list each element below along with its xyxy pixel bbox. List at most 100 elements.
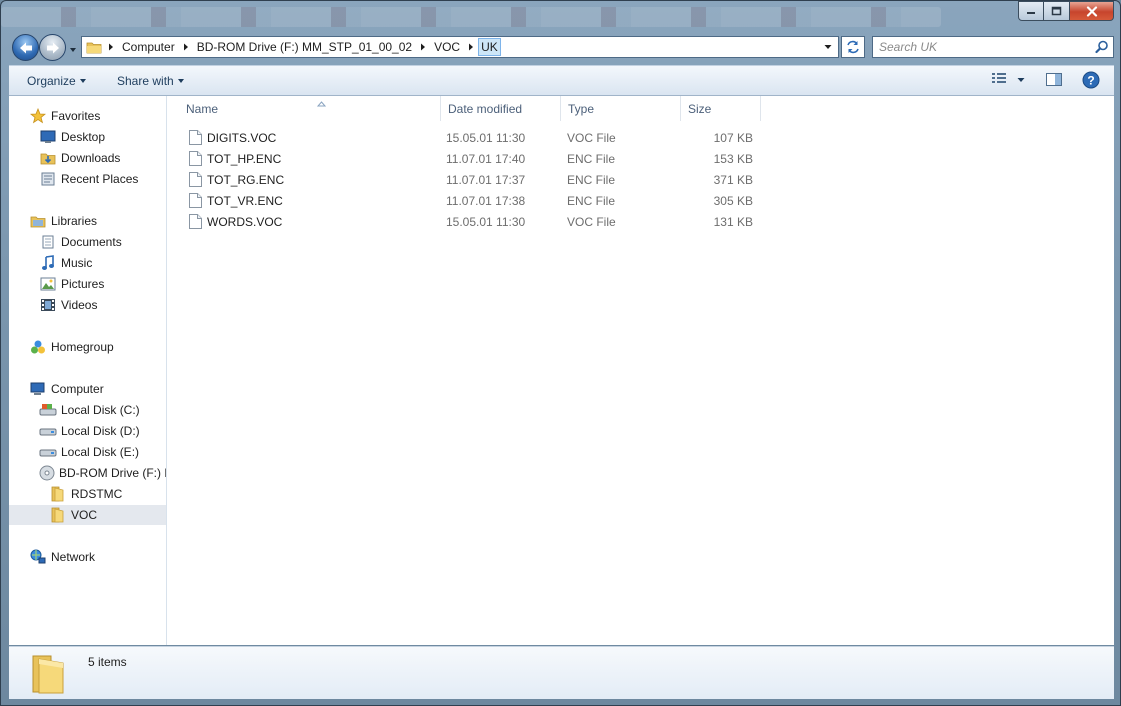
back-button[interactable] <box>12 34 39 61</box>
column-label: Name <box>186 101 219 116</box>
nav-label: Local Disk (C:) <box>61 403 140 417</box>
forward-button[interactable] <box>39 34 66 61</box>
nav-local-disk-c[interactable]: Local Disk (C:) <box>9 400 166 420</box>
table-row[interactable]: WORDS.VOC 15.05.01 11:30 VOC File 131 KB <box>176 211 756 232</box>
maximize-button[interactable] <box>1044 1 1070 21</box>
preview-pane-button[interactable] <box>1045 71 1063 87</box>
picture-icon <box>40 277 56 291</box>
table-row[interactable]: TOT_HP.ENC 11.07.01 17:40 ENC File 153 K… <box>176 148 756 169</box>
computer-icon <box>30 382 45 395</box>
folder-icon <box>51 486 64 502</box>
minimize-button[interactable] <box>1018 1 1044 21</box>
breadcrumb-uk[interactable]: UK <box>478 37 501 57</box>
file-type: VOC File <box>567 130 616 145</box>
nav-pictures[interactable]: Pictures <box>9 274 166 294</box>
address-history-dropdown[interactable] <box>820 37 836 57</box>
recent-pages-dropdown[interactable] <box>69 43 77 52</box>
address-folder-icon <box>84 37 104 57</box>
column-header-size[interactable]: Size <box>681 96 761 121</box>
breadcrumb-voc[interactable]: VOC <box>430 37 478 57</box>
file-size: 131 KB <box>713 214 753 229</box>
navigation-pane[interactable]: Favorites Desktop Downloads Recent Place… <box>9 96 167 645</box>
file-name: TOT_HP.ENC <box>207 151 282 166</box>
search-box[interactable] <box>872 36 1114 58</box>
nav-label: Libraries <box>51 214 98 228</box>
nav-folder-voc[interactable]: VOC <box>9 505 166 525</box>
search-icon[interactable] <box>1095 40 1109 57</box>
nav-computer[interactable]: Computer <box>9 379 166 399</box>
refresh-button[interactable] <box>841 36 865 58</box>
nav-local-disk-d[interactable]: Local Disk (D:) <box>9 421 166 441</box>
file-type: ENC File <box>567 151 616 166</box>
nav-libraries[interactable]: Libraries <box>9 211 166 231</box>
nav-folder-rdstmc[interactable]: RDSTMC <box>9 484 166 504</box>
video-icon <box>41 299 55 311</box>
breadcrumb-arrow-icon <box>183 43 188 51</box>
breadcrumb-computer[interactable]: Computer <box>118 37 193 57</box>
nav-bdrom-drive[interactable]: BD-ROM Drive (F:) MM_STP_01_00_02 <box>9 463 166 483</box>
file-icon <box>189 172 202 187</box>
nav-desktop[interactable]: Desktop <box>9 127 166 147</box>
table-row[interactable]: TOT_RG.ENC 11.07.01 17:37 ENC File 371 K… <box>176 169 756 190</box>
column-header-type[interactable]: Type <box>561 96 681 121</box>
column-header-name[interactable]: Name <box>179 96 441 121</box>
table-row[interactable]: TOT_VR.ENC 11.07.01 17:38 ENC File 305 K… <box>176 190 756 211</box>
nav-label: Videos <box>61 298 98 312</box>
column-header-date[interactable]: Date modified <box>441 96 561 121</box>
nav-local-disk-e[interactable]: Local Disk (E:) <box>9 442 166 462</box>
chevron-down-icon <box>824 45 832 49</box>
chevron-down-icon <box>79 79 86 83</box>
help-button[interactable]: ? <box>1082 71 1100 89</box>
breadcrumb-label: VOC <box>434 40 461 54</box>
file-size: 107 KB <box>713 130 753 145</box>
preview-pane-icon <box>1046 73 1062 86</box>
nav-label: Homegroup <box>51 340 114 354</box>
nav-documents[interactable]: Documents <box>9 232 166 252</box>
nav-label: RDSTMC <box>71 487 123 501</box>
nav-label: Network <box>51 550 96 564</box>
share-with-button[interactable]: Share with <box>117 74 184 88</box>
file-date: 15.05.01 11:30 <box>446 130 526 145</box>
network-icon <box>30 549 46 564</box>
folder-icon <box>27 652 71 699</box>
breadcrumb-label: BD-ROM Drive (F:) MM_STP_01_00_02 <box>196 40 413 54</box>
file-type: ENC File <box>567 172 616 187</box>
breadcrumb-root-arrow[interactable] <box>104 37 118 57</box>
file-size: 153 KB <box>713 151 753 166</box>
organize-button[interactable]: Organize <box>27 74 86 88</box>
maximize-icon <box>1051 6 1062 16</box>
search-input[interactable] <box>879 39 1089 55</box>
minimize-icon <box>1027 12 1035 14</box>
refresh-icon <box>847 40 859 54</box>
nav-favorites[interactable]: Favorites <box>9 106 166 126</box>
address-bar[interactable]: Computer BD-ROM Drive (F:) MM_STP_01_00_… <box>81 36 839 58</box>
drive-icon <box>39 428 57 436</box>
file-size: 371 KB <box>713 172 753 187</box>
organize-label: Organize <box>27 74 76 88</box>
file-list[interactable]: Name Date modified Type Size DIGITS.VOC … <box>168 96 1114 645</box>
nav-recent-places[interactable]: Recent Places <box>9 169 166 189</box>
library-icon <box>30 216 46 228</box>
breadcrumb-bdrom[interactable]: BD-ROM Drive (F:) MM_STP_01_00_02 <box>193 37 430 57</box>
view-menu-dropdown[interactable] <box>1017 77 1025 83</box>
nav-downloads[interactable]: Downloads <box>9 148 166 168</box>
nav-music[interactable]: Music <box>9 253 166 273</box>
navigation-bar: Computer BD-ROM Drive (F:) MM_STP_01_00_… <box>9 33 1114 61</box>
recent-places-icon <box>41 172 55 186</box>
caption-buttons <box>1018 1 1114 21</box>
file-name: WORDS.VOC <box>207 214 283 229</box>
change-view-button[interactable] <box>991 71 1009 85</box>
nav-homegroup[interactable]: Homegroup <box>9 337 166 357</box>
chevron-down-icon <box>1017 78 1025 82</box>
close-button[interactable] <box>1070 1 1114 21</box>
nav-network[interactable]: Network <box>9 547 166 567</box>
svg-text:?: ? <box>1087 74 1094 88</box>
nav-label: Favorites <box>51 109 101 123</box>
file-date: 11.07.01 17:38 <box>446 193 526 208</box>
homegroup-icon <box>31 340 45 354</box>
view-options-icon <box>992 73 1006 83</box>
nav-videos[interactable]: Videos <box>9 295 166 315</box>
chevron-down-icon <box>177 79 184 83</box>
table-row[interactable]: DIGITS.VOC 15.05.01 11:30 VOC File 107 K… <box>176 127 756 148</box>
title-bar[interactable] <box>1 1 1120 33</box>
